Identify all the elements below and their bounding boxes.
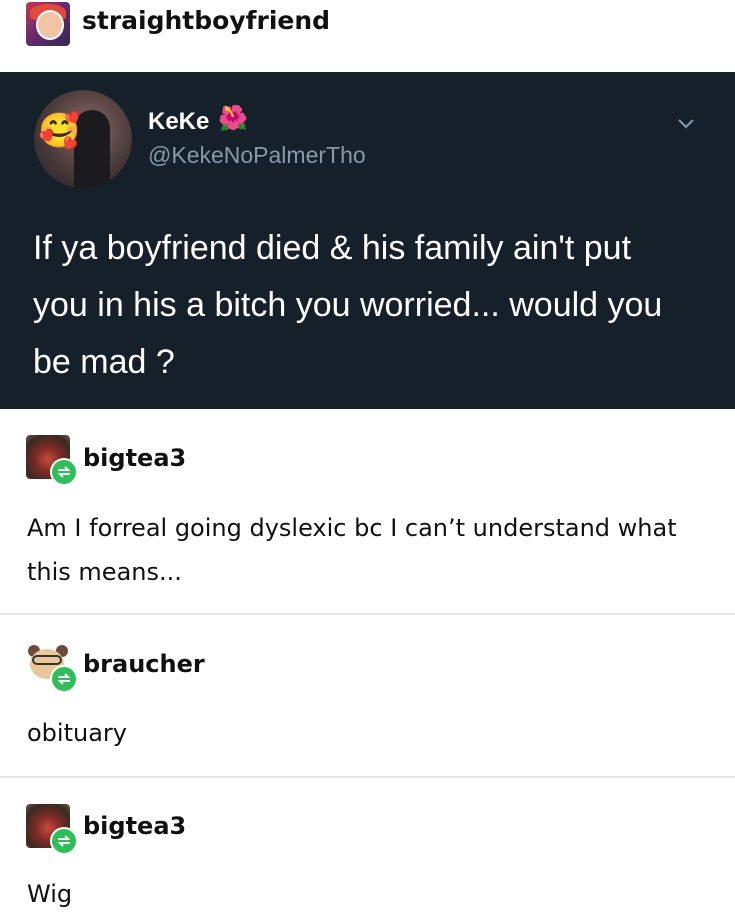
reply-username[interactable]: braucher [83,650,205,678]
reblog-icon [50,665,78,693]
reply-text: Am I forreal going dyslexic bc I can’t u… [27,514,677,586]
reblog-icon [50,827,78,855]
emoji-icon: 🥰 [38,111,81,151]
reply-username[interactable]: bigtea3 [83,444,186,472]
reply-text: obituary [27,719,127,747]
blog-avatar[interactable] [26,2,70,46]
tweet-display-name[interactable]: KeKe [148,108,209,136]
flower-icon: 🌺 [218,104,248,132]
tweet-avatar[interactable]: 🥰 [34,90,132,188]
blog-name[interactable]: straightboyfriend [82,6,330,35]
reply-item: bigtea3 Wig [0,778,735,912]
reply-text: Wig [27,880,73,908]
embedded-tweet: 🥰 KeKe 🌺 @KekeNoPalmerTho If ya boyfrien… [0,72,735,409]
reblog-icon [50,458,78,486]
reply-username[interactable]: bigtea3 [83,812,186,840]
post-header: straightboyfriend [0,0,735,72]
tweet-text: If ya boyfriend died & his family ain't … [33,229,663,381]
tweet-handle[interactable]: @KekeNoPalmerTho [148,142,366,169]
reply-item: bigtea3 Am I forreal going dyslexic bc I… [0,410,735,613]
reply-item: braucher obituary [0,615,735,775]
chevron-down-icon[interactable] [678,112,694,129]
